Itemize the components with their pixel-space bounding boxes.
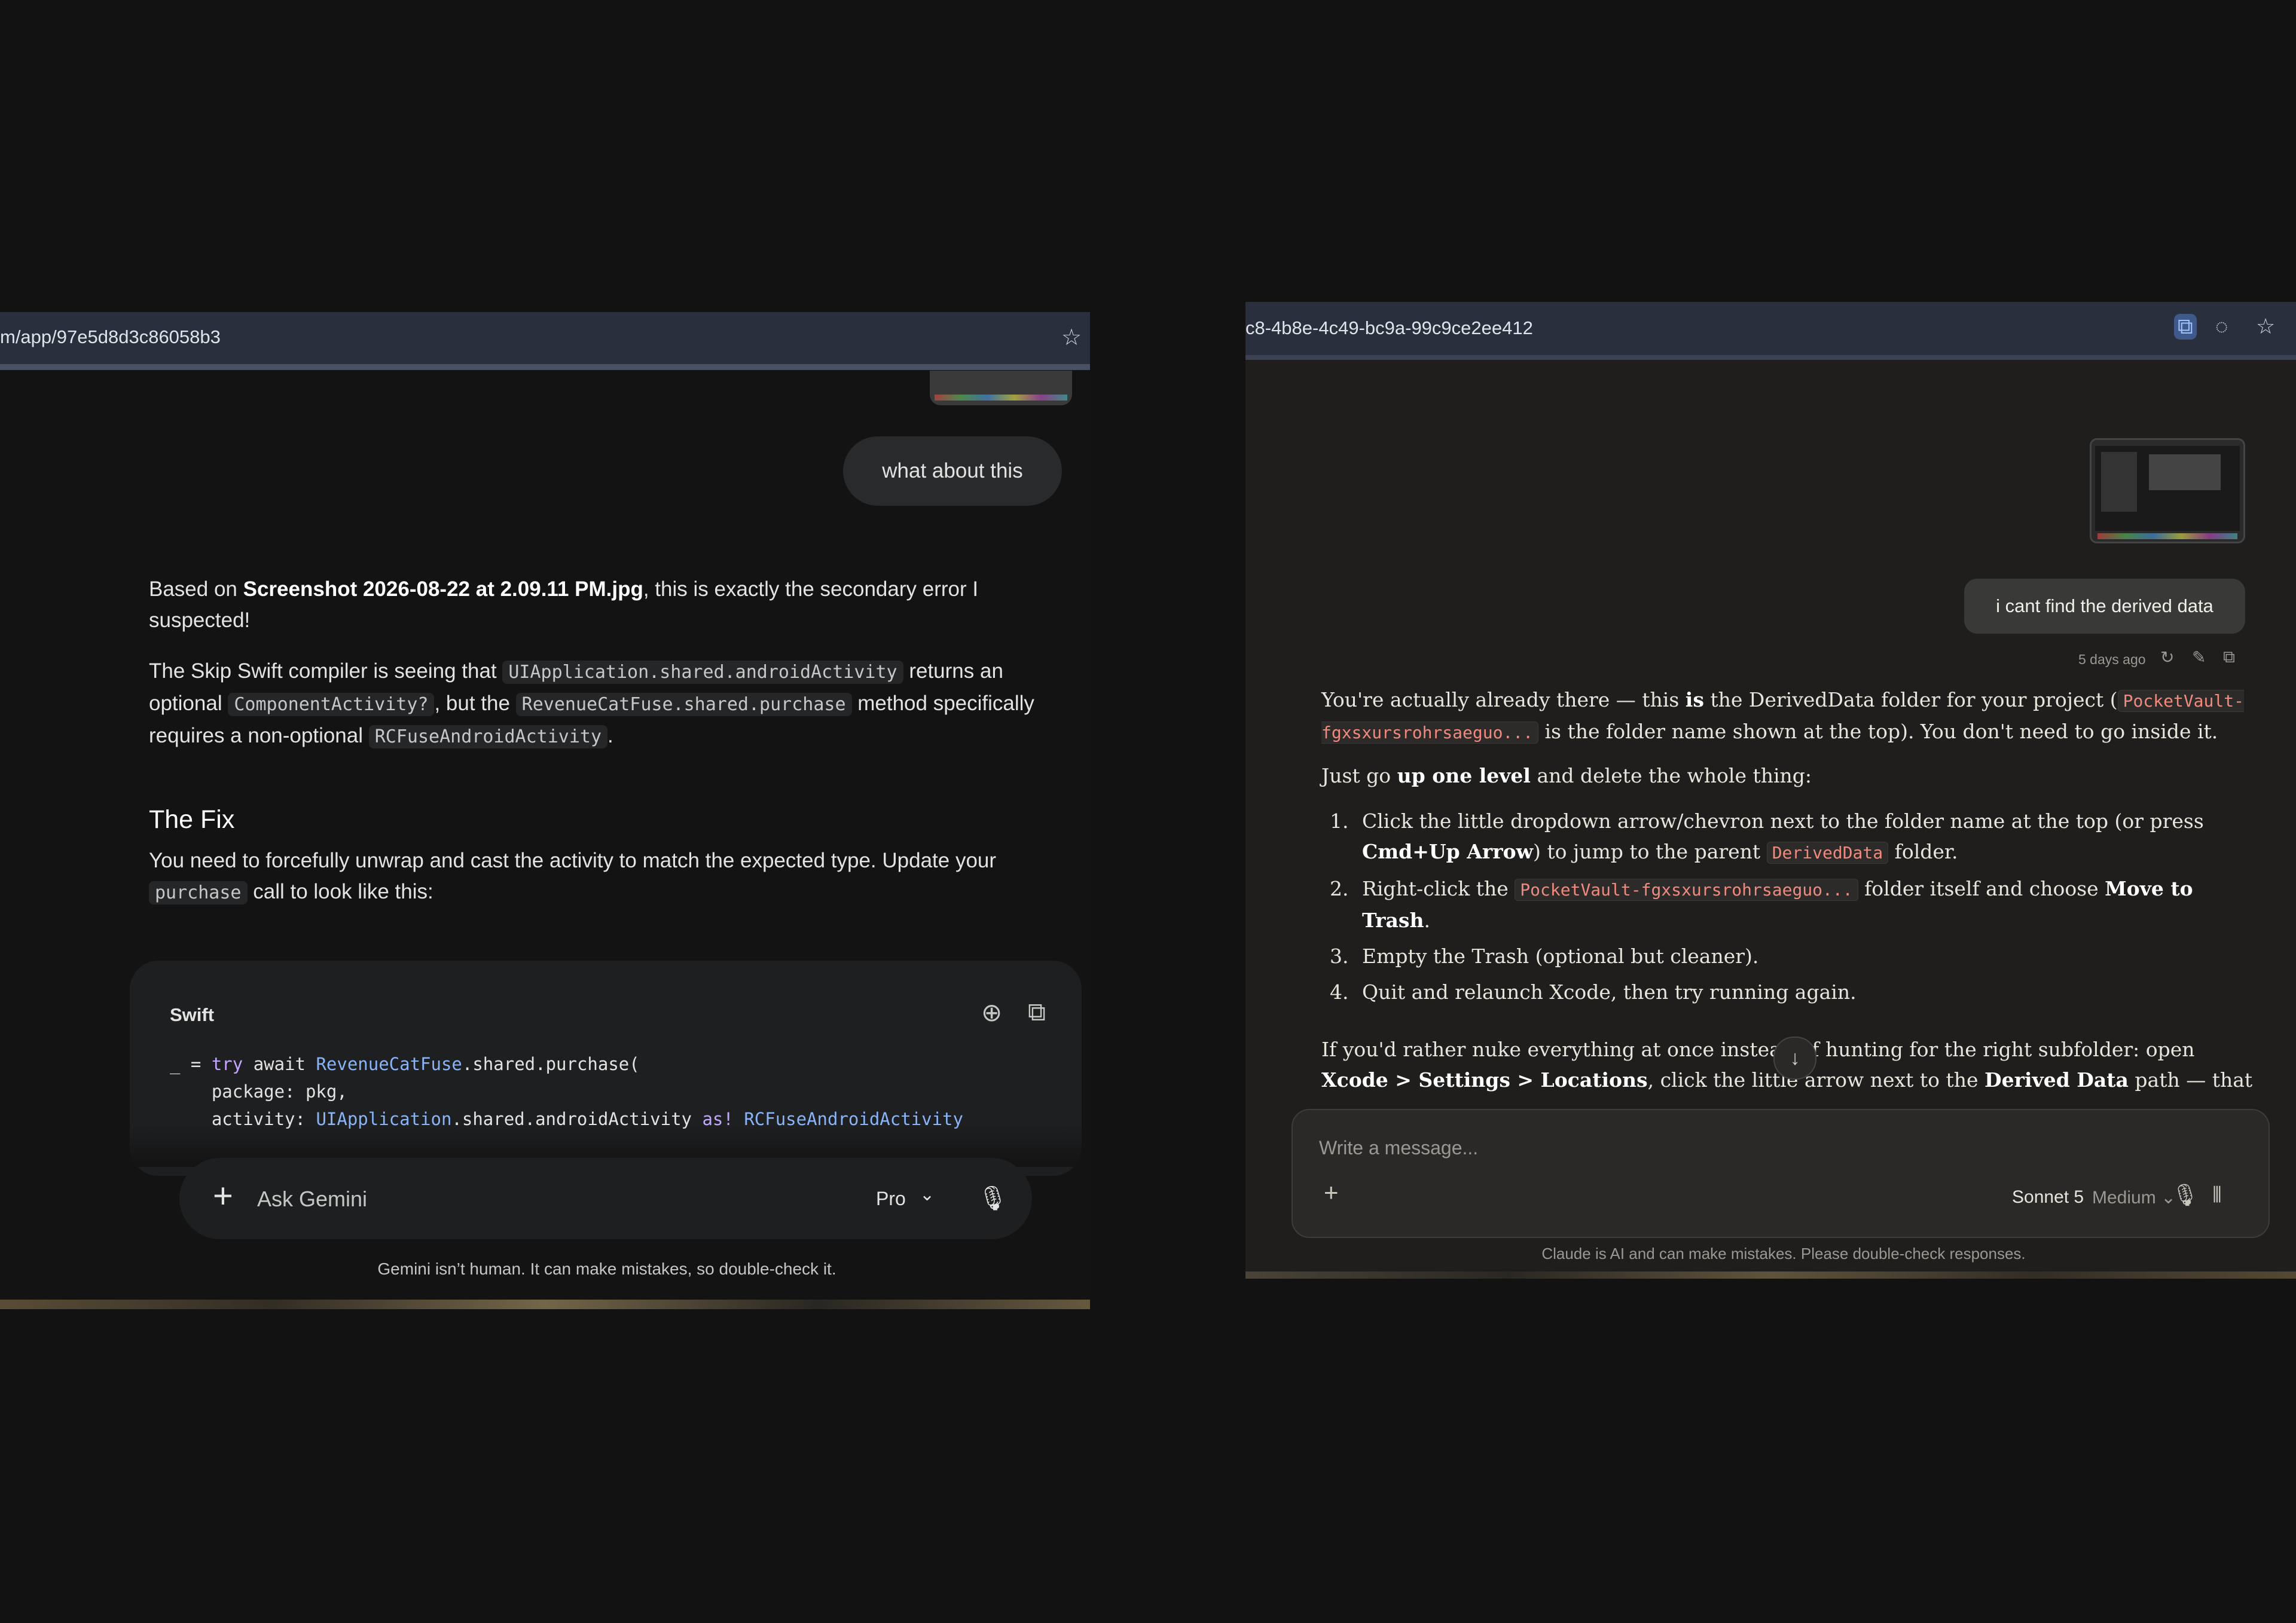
list-item: 1. Click the little dropdown arrow/chevr… — [1330, 809, 2204, 864]
response-paragraph-2: The Skip Swift compiler is seeing that U… — [149, 659, 1034, 748]
message-input[interactable]: Write a message... — [1319, 1137, 1478, 1159]
add-attachment-icon[interactable]: + — [213, 1176, 233, 1216]
message-composer[interactable]: Write a message... + Sonnet 5 Medium ⌄ 🎙… — [1292, 1109, 2270, 1238]
code-language-label: Swift — [170, 1004, 215, 1025]
list-item: 3. Empty the Trash (optional but cleaner… — [1330, 945, 1759, 968]
voice-mode-icon[interactable]: ⦀ — [2212, 1182, 2222, 1208]
response-paragraph-1: Based on Screenshot 2026-08-22 at 2.09.1… — [149, 577, 979, 632]
gemini-window: m/app/97e5d8d3c86058b3 ☆ what about this… — [0, 312, 1090, 1309]
code-content: _ = try await RevenueCatFuse.shared.purc… — [170, 1054, 963, 1129]
prompt-input[interactable]: Ask Gemini — [257, 1187, 367, 1212]
desktop-strip — [0, 1300, 1090, 1309]
inline-code: DerivedData — [1766, 842, 1889, 864]
steps-list: 1. Click the little dropdown arrow/chevr… — [1321, 806, 2254, 1013]
url-text[interactable]: c8-4b8e-4c49-bc9a-99c9ce2ee412 — [1245, 317, 1533, 339]
disclaimer-text: Gemini isn’t human. It can make mistakes… — [377, 1260, 836, 1278]
attached-screenshot-thumbnail[interactable] — [930, 371, 1072, 405]
microphone-icon[interactable]: 🎙 — [2172, 1182, 2199, 1208]
install-app-icon[interactable]: ⧉ — [2174, 314, 2197, 340]
effort-selector[interactable]: Medium ⌄ — [2092, 1187, 2176, 1208]
eye-off-icon[interactable]: ◌ — [2215, 314, 2228, 339]
arrow-down-icon: ↓ — [1790, 1046, 1800, 1069]
address-bar[interactable]: c8-4b8e-4c49-bc9a-99c9ce2ee412 ⧉ ◌ ☆ — [1245, 302, 2296, 360]
bookmark-star-icon[interactable]: ☆ — [1061, 324, 1082, 351]
microphone-icon[interactable]: 🎙 — [978, 1184, 1008, 1212]
copy-icon[interactable]: ⧉ — [2223, 647, 2235, 667]
disclaimer-text: Claude is AI and can make mistakes. Plea… — [1541, 1245, 2026, 1263]
inline-code: RCFuseAndroidActivity — [368, 725, 608, 748]
copy-icon[interactable]: ⧉ — [1028, 998, 1046, 1027]
inline-code: RevenueCatFuse.shared.purchase — [515, 693, 852, 716]
retry-icon[interactable]: ↻ — [2160, 647, 2174, 667]
response-paragraph-2: Just go up one level and delete the whol… — [1321, 764, 1812, 787]
user-message-bubble: i cant find the derived data — [1964, 579, 2245, 634]
inline-code: purchase — [149, 881, 248, 904]
user-message-text: i cant find the derived data — [1996, 595, 2213, 616]
response-paragraph-3: You need to forcefully unwrap and cast t… — [149, 849, 997, 904]
response-heading: The Fix — [149, 805, 235, 834]
download-icon[interactable]: ⊕ — [981, 998, 1002, 1027]
user-message-bubble: what about this — [843, 436, 1062, 506]
list-item: 2. Right-click the PocketVault-fgxsxursr… — [1330, 877, 2193, 932]
user-message-text: what about this — [882, 459, 1023, 482]
bookmark-star-icon[interactable]: ☆ — [2256, 314, 2275, 339]
chevron-down-icon[interactable]: ⌄ — [920, 1184, 935, 1205]
model-selector[interactable]: Pro — [876, 1188, 906, 1210]
inline-code: UIApplication.shared.androidActivity — [502, 661, 903, 684]
inline-code: PocketVault-fgxsxursrohrsaeguo... — [1515, 879, 1858, 901]
add-attachment-icon[interactable]: + — [1324, 1178, 1339, 1207]
message-timestamp: 5 days ago — [2078, 652, 2146, 667]
inline-code: ComponentActivity? — [228, 693, 435, 716]
scroll-to-bottom-button[interactable]: ↓ — [1773, 1037, 1816, 1080]
desktop-strip — [1245, 1271, 2296, 1279]
list-item: 4. Quit and relaunch Xcode, then try run… — [1330, 980, 1857, 1004]
address-bar[interactable]: m/app/97e5d8d3c86058b3 ☆ — [0, 312, 1090, 370]
prompt-input-bar[interactable]: + Ask Gemini Pro ⌄ 🎙 — [179, 1158, 1032, 1239]
attached-screenshot-thumbnail[interactable] — [2090, 438, 2245, 543]
response-paragraph-1: You're actually already there — this is … — [1321, 688, 2244, 744]
model-selector[interactable]: Sonnet 5 — [2012, 1187, 2084, 1208]
edit-icon[interactable]: ✎ — [2192, 647, 2206, 667]
claude-window: c8-4b8e-4c49-bc9a-99c9ce2ee412 ⧉ ◌ ☆ i c… — [1245, 302, 2296, 1279]
url-text[interactable]: m/app/97e5d8d3c86058b3 — [0, 326, 221, 348]
file-name: Screenshot 2026-08-22 at 2.09.11 PM.jpg — [243, 577, 643, 601]
